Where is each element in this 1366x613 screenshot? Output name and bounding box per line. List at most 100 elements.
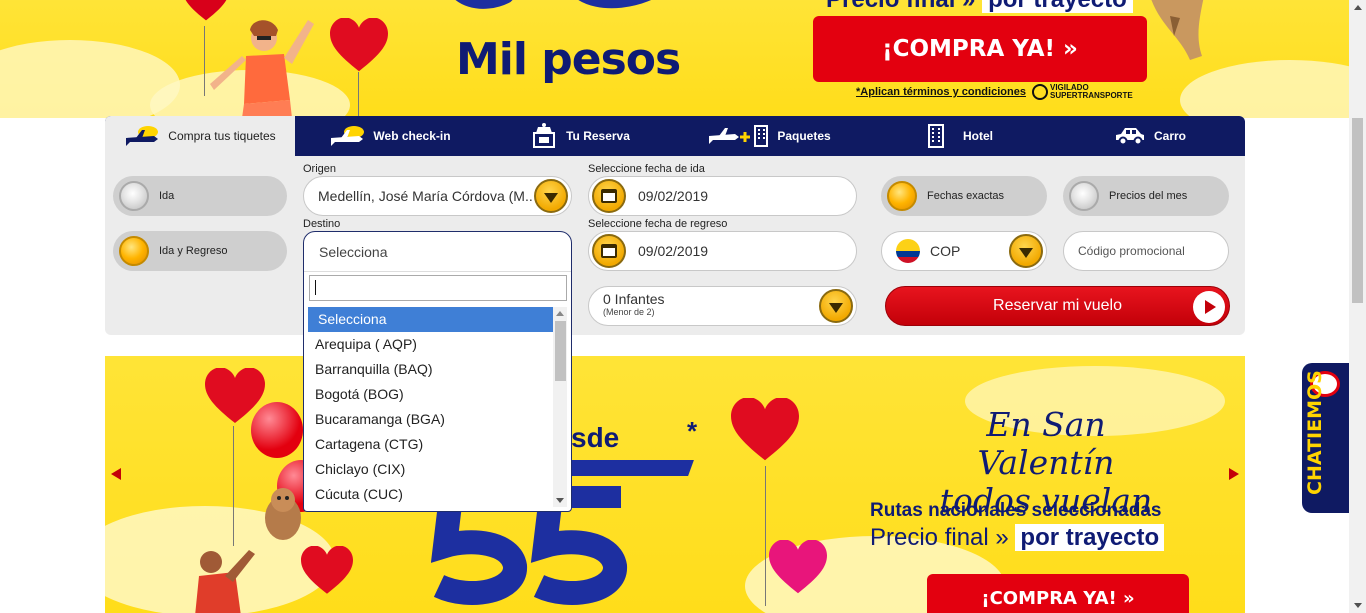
destino-option[interactable]: Bogotá (BOG) — [305, 382, 553, 407]
destino-option[interactable]: Bucaramanga (BGA) — [305, 407, 553, 432]
fecha-regreso-field[interactable]: 09/02/2019 — [588, 231, 857, 271]
infantes-value: 0 Infantes — [603, 291, 665, 307]
destino-label: Destino — [303, 218, 341, 230]
top-promo-banner[interactable]: Mil pesos Precio final » por trayecto ¡C… — [0, 0, 1349, 118]
destino-option[interactable]: Cartagena (CTG) — [305, 432, 553, 457]
tab-label: Hotel — [963, 129, 993, 143]
booking-tabs: Compra tus tiquetes Web check-in Tu Rese… — [105, 116, 1245, 156]
desde-label: sde — [571, 422, 620, 453]
fecha-ida-value: 09/02/2019 — [638, 188, 709, 204]
scroll-up-arrow-icon[interactable] — [556, 311, 564, 316]
vigilado-label: VIGILADO SUPERTRANSPORTE — [1050, 83, 1133, 100]
chat-label: CHATIEMOS — [1304, 370, 1326, 495]
destino-select-open[interactable]: Selecciona Selecciona Arequipa ( AQP) Ba… — [303, 231, 572, 512]
precios-del-mes-radio[interactable]: Precios del mes — [1063, 176, 1229, 216]
trip-type-ida-radio[interactable]: Ida — [113, 176, 287, 216]
tab-label: Carro — [1153, 129, 1186, 143]
play-arrow-icon — [1193, 291, 1225, 323]
balloon-string — [765, 466, 766, 606]
tab-tu-reserva[interactable]: Tu Reserva — [485, 116, 675, 156]
currency-select[interactable]: COP — [881, 231, 1047, 271]
destino-option[interactable]: Selecciona — [308, 307, 553, 332]
destino-option[interactable]: Chiclayo (CIX) — [305, 457, 553, 482]
chevron-down-icon[interactable] — [1009, 234, 1043, 268]
car-icon — [1114, 126, 1146, 146]
rutas-text: Rutas nacionales seleccionadas — [870, 500, 1162, 521]
tab-label: Tu Reserva — [566, 129, 630, 143]
scroll-up-arrow-icon[interactable] — [1354, 5, 1362, 10]
supertransporte-seal-icon — [1032, 84, 1048, 100]
carousel-prev-arrow-icon[interactable] — [111, 468, 121, 480]
origen-value: Medellín, José María Córdova (M... — [318, 188, 534, 204]
tab-hotel[interactable]: Hotel — [865, 116, 1055, 156]
mil-pesos-text: Mil pesos — [456, 34, 681, 85]
scroll-down-arrow-icon[interactable] — [1354, 603, 1362, 608]
heart-balloon-icon — [769, 540, 827, 594]
page-scrollbar[interactable] — [1349, 0, 1366, 613]
asterisk-label: * — [687, 416, 698, 446]
round-balloon-icon — [251, 402, 303, 458]
compra-ya-button[interactable]: ¡COMPRA YA! » — [813, 16, 1147, 82]
por-trayecto-label: por trayecto — [982, 0, 1133, 13]
reservar-label: Reservar mi vuelo — [993, 297, 1122, 314]
main-promo-banner[interactable]: sde * En San Valentín todos vuelan Rutas… — [105, 356, 1245, 613]
infantes-select[interactable]: 0 Infantes (Menor de 2) — [588, 286, 857, 326]
chevron-down-icon[interactable] — [819, 289, 853, 323]
tab-web-check-in[interactable]: Web check-in — [295, 116, 485, 156]
promo-code-field[interactable]: Código promocional — [1063, 231, 1229, 271]
destino-options-list: Selecciona Arequipa ( AQP) Barranquilla … — [305, 307, 553, 507]
calendar-icon — [592, 234, 626, 268]
chevron-down-icon[interactable] — [534, 179, 568, 213]
desde-text: sde * — [571, 416, 697, 454]
destino-option[interactable]: Cúcuta (CUC) — [305, 482, 553, 507]
destino-search-input[interactable] — [309, 275, 567, 301]
tab-label: Compra tus tiquetes — [168, 129, 276, 143]
trip-type-label: Ida — [159, 190, 175, 202]
trip-type-ida-regreso-radio[interactable]: Ida y Regreso — [113, 231, 287, 271]
tab-carro[interactable]: Carro — [1055, 116, 1245, 156]
scrollbar-thumb[interactable] — [1352, 118, 1363, 303]
valentin-line-1: En San Valentín — [977, 405, 1115, 482]
fecha-regreso-label: Seleccione fecha de regreso — [588, 218, 728, 230]
fechas-exactas-radio[interactable]: Fechas exactas — [881, 176, 1047, 216]
radio-on-icon — [119, 236, 149, 266]
precio-final-text: Precio final » por trayecto — [826, 0, 1133, 14]
scroll-down-arrow-icon[interactable] — [556, 498, 564, 503]
plane-hotel-icon — [709, 124, 769, 148]
heart-balloon-icon — [330, 18, 388, 72]
fechas-exactas-label: Fechas exactas — [927, 190, 1005, 202]
precio-final-label: Precio final » — [826, 0, 975, 13]
hotel-building-icon — [927, 124, 945, 148]
person-flying-icon — [195, 550, 255, 613]
precio-final-text: Precio final » por trayecto — [870, 524, 1165, 552]
tab-compra-tus-tiquetes[interactable]: Compra tus tiquetes — [105, 116, 295, 156]
fecha-ida-label: Seleccione fecha de ida — [588, 163, 705, 175]
compra-ya-button[interactable]: ¡COMPRA YA! » — [927, 574, 1189, 613]
colombia-flag-icon — [896, 239, 920, 263]
destino-selected-value[interactable]: Selecciona — [304, 232, 571, 272]
destino-option[interactable]: Barranquilla (BAQ) — [305, 357, 553, 382]
fecha-ida-field[interactable]: 09/02/2019 — [588, 176, 857, 216]
tab-label: Paquetes — [777, 129, 831, 143]
currency-value: COP — [930, 243, 961, 259]
terms-link[interactable]: *Aplican términos y condiciones — [856, 86, 1026, 98]
tab-label: Web check-in — [373, 129, 451, 143]
chat-launcher[interactable]: CHATIEMOS — [1302, 363, 1349, 513]
tab-paquetes[interactable]: Paquetes — [675, 116, 865, 156]
reservation-desk-icon — [530, 123, 558, 149]
precios-mes-label: Precios del mes — [1109, 190, 1188, 202]
origen-select[interactable]: Medellín, José María Córdova (M... — [303, 176, 572, 216]
origen-label: Origen — [303, 163, 337, 175]
fecha-regreso-value: 09/02/2019 — [638, 243, 709, 259]
destino-option[interactable]: Arequipa ( AQP) — [305, 332, 553, 357]
radio-on-icon — [887, 181, 917, 211]
scrollbar-thumb[interactable] — [555, 321, 566, 381]
text-cursor — [315, 280, 316, 295]
precio-final-label: Precio final » — [870, 524, 1009, 551]
por-trayecto-label: por trayecto — [1015, 524, 1165, 551]
destino-list-scrollbar[interactable] — [553, 307, 567, 507]
cat-icon — [1151, 0, 1204, 60]
carousel-next-arrow-icon[interactable] — [1229, 468, 1239, 480]
reservar-mi-vuelo-button[interactable]: Reservar mi vuelo — [885, 286, 1230, 326]
balloon-string — [358, 72, 359, 118]
